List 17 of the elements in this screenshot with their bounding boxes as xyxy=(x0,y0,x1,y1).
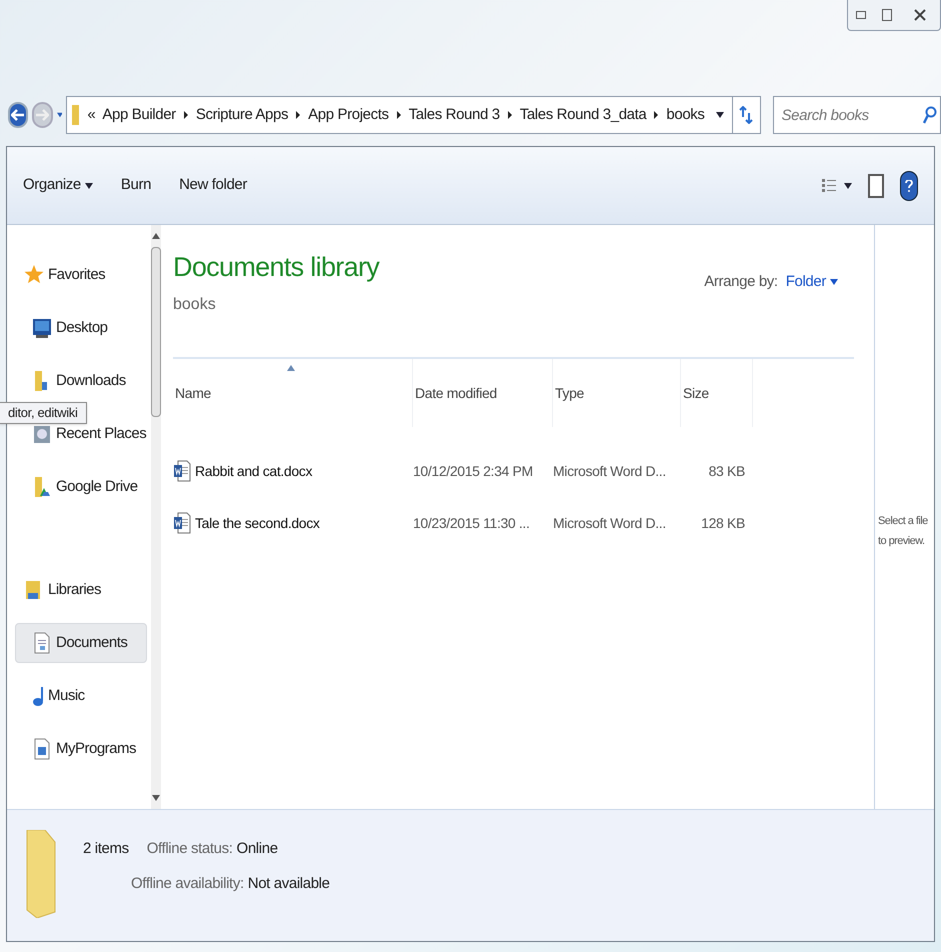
table-cell-text: Microsoft Word D... xyxy=(553,514,667,532)
table-cell-text: 128 KB xyxy=(700,514,746,532)
preview-message: to preview. xyxy=(878,534,926,549)
preview-message: Select a file xyxy=(878,514,929,529)
item-count: 2 items xyxy=(83,839,129,859)
field-value: Online xyxy=(236,839,278,859)
library-subtitle: books xyxy=(173,294,217,315)
library-title: Documents library xyxy=(173,251,380,284)
table-cell-text: Microsoft Word D... xyxy=(553,462,667,480)
field-label: Offline status: xyxy=(146,839,233,859)
table-cell-text: 83 KB xyxy=(708,462,746,480)
table-cell-text: 10/23/2015 11:30 ... xyxy=(413,514,531,532)
arrange-label: Arrange by: xyxy=(704,272,778,292)
tooltip: ditor, editwiki xyxy=(0,402,87,424)
field-label: Offline availability: xyxy=(131,874,244,894)
field-value: Not available xyxy=(248,874,330,894)
table-cell-text: 10/12/2015 2:34 PM xyxy=(413,462,534,480)
